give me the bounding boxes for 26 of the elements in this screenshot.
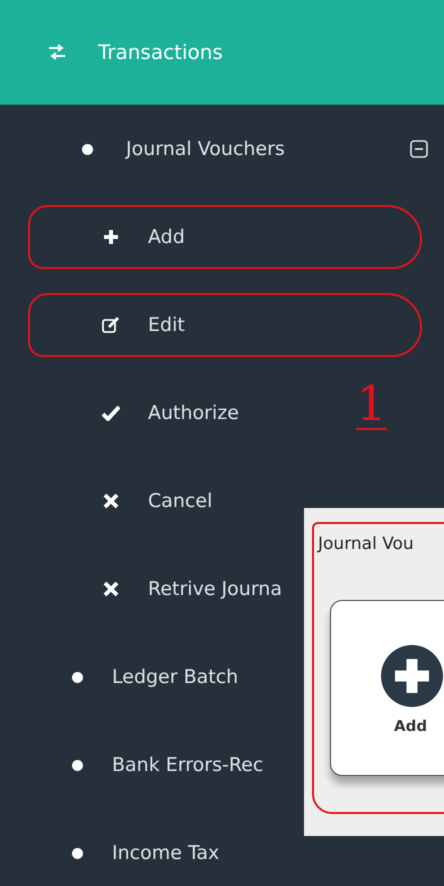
edit-icon — [102, 317, 120, 333]
bullet-icon — [72, 848, 83, 858]
collapse-icon[interactable] — [410, 140, 428, 158]
bullet-icon — [82, 144, 93, 154]
menu-item[interactable]: Income Tax — [112, 842, 220, 864]
submenu-item[interactable]: Add — [148, 226, 185, 248]
bullet-icon — [72, 672, 83, 682]
swap-arrows-icon — [47, 44, 67, 60]
close-icon — [102, 493, 120, 509]
add-card[interactable]: Add — [330, 600, 444, 776]
check-icon — [102, 405, 120, 421]
plus-circle-icon — [381, 645, 443, 707]
card-label: Add — [394, 717, 428, 735]
submenu-item[interactable]: Retrive Journa — [148, 578, 282, 600]
panel-title: Journal Vou — [318, 534, 414, 554]
bullet-icon — [72, 760, 83, 770]
close-icon — [102, 581, 120, 597]
annotation-number: 1 — [356, 380, 387, 430]
menu-item[interactable]: Journal Vouchers — [126, 138, 285, 160]
menu-item[interactable]: Ledger Batch — [112, 666, 238, 688]
plus-icon — [102, 229, 120, 245]
submenu-item[interactable]: Cancel — [148, 490, 212, 512]
submenu-item[interactable]: Edit — [148, 314, 185, 336]
header-title: Transactions — [98, 40, 223, 64]
submenu-item[interactable]: Authorize — [148, 402, 239, 424]
menu-item[interactable]: Bank Errors-Rec — [112, 754, 264, 776]
